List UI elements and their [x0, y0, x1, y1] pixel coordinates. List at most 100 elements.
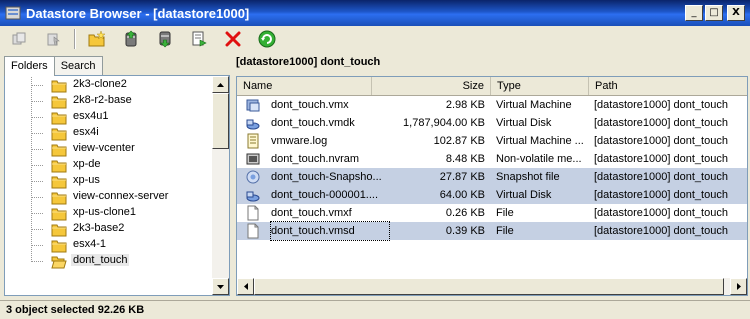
file-path: [datastore1000] dont_touch [594, 117, 728, 129]
tree-guide-line [32, 85, 44, 86]
scroll-down-button[interactable] [212, 278, 229, 295]
status-bar: 3 object selected 92.26 KB [0, 300, 750, 319]
refresh-icon [258, 30, 276, 48]
upload-button[interactable] [120, 28, 142, 50]
tree-item-label: esx4-1 [73, 238, 107, 250]
arrow-up-icon [217, 82, 224, 87]
file-type: Non-volatile me... [496, 153, 582, 165]
file-list: Name Size Type Path dont_touch.vmx 2.98 K… [236, 76, 748, 296]
column-header-row: Name Size Type Path [237, 77, 747, 96]
tree-item-label: view-connex-server [73, 190, 169, 202]
arrow-left-icon [243, 283, 248, 290]
file-type: Snapshot file [496, 171, 560, 183]
refresh-button[interactable] [256, 28, 278, 50]
tree-guide-line [32, 261, 44, 262]
upload-icon [125, 30, 137, 47]
current-folder-path: [datastore1000] dont_touch [236, 56, 381, 68]
file-size: 0.26 KB [445, 207, 485, 219]
tree-guide-line [32, 165, 44, 166]
file-type: Virtual Machine [496, 99, 572, 111]
tree-vertical-scrollbar[interactable] [212, 76, 229, 295]
file-size: 2.98 KB [445, 99, 485, 111]
file-size: 64.00 KB [439, 189, 485, 201]
file-type: File [496, 225, 514, 237]
column-header-name[interactable]: Name [237, 77, 372, 95]
tree-guide-line [32, 245, 44, 246]
tree-guide-line [32, 101, 44, 102]
toolbar-separator [74, 29, 76, 49]
file-row[interactable]: dont_touch.vmsd 0.39 KB File [datastore1000… [237, 221, 747, 241]
scroll-up-button[interactable] [212, 76, 229, 93]
tree-item-label: xp-de [73, 158, 101, 170]
window-title: Datastore Browser - [datastore1000] [26, 5, 250, 21]
tree-item-label: esx4u1 [73, 110, 109, 122]
minimize-button[interactable]: _ [685, 5, 703, 21]
paste-button[interactable] [42, 28, 64, 50]
tree-guide-line [32, 149, 44, 150]
file-row[interactable]: dont_touch-000001.... 64.00 KB Virtual Dis… [237, 186, 747, 204]
file-row[interactable]: dont_touch.nvram 8.48 KB Non-volatile me..… [237, 150, 747, 168]
register-vm-button[interactable] [188, 28, 210, 50]
tree-item-label: esx4i [73, 126, 99, 138]
file-row[interactable]: vmware.log 102.87 KB Virtual Machine ... [d… [237, 132, 747, 150]
file-path: [datastore1000] dont_touch [594, 99, 728, 111]
file-path: [datastore1000] dont_touch [594, 171, 728, 183]
file-path: [datastore1000] dont_touch [594, 153, 728, 165]
column-header-path[interactable]: Path [589, 77, 747, 95]
horizontal-scroll-thumb[interactable] [254, 278, 724, 295]
copy-icon [12, 32, 26, 45]
download-button[interactable] [154, 28, 176, 50]
tree-guide-line [32, 229, 44, 230]
file-name: dont_touch.nvram [271, 153, 360, 165]
scroll-thumb[interactable] [212, 93, 229, 149]
file-type: File [496, 207, 514, 219]
open-folder-icon [51, 253, 67, 272]
file-type: Virtual Disk [496, 117, 552, 129]
tree-guide-line [32, 197, 44, 198]
download-icon [159, 31, 171, 48]
tree-guide-line [32, 181, 44, 182]
tree-guide-line [32, 117, 44, 118]
file-path: [datastore1000] dont_touch [594, 189, 728, 201]
scroll-right-button[interactable] [730, 278, 747, 295]
file-row[interactable]: dont_touch.vmxf 0.26 KB File [datastore1000… [237, 204, 747, 222]
file-size: 102.87 KB [433, 135, 485, 147]
delete-icon [225, 31, 241, 47]
file-row[interactable]: dont_touch.vmx 2.98 KB Virtual Machine [dat… [237, 96, 747, 114]
file-size: 8.48 KB [445, 153, 485, 165]
folders-panel: Folders Search 2k3-clone2 2k8-r2-base esx4… [4, 56, 230, 296]
list-horizontal-scrollbar[interactable] [237, 278, 747, 295]
file-type: Virtual Machine ... [496, 135, 584, 147]
file-type: Virtual Disk [496, 189, 552, 201]
datastore-icon [5, 6, 21, 20]
tree-item-label: xp-us [73, 174, 100, 186]
file-row[interactable]: dont_touch.vmdk 1,787,904.00 KB Virtual Di… [237, 114, 747, 132]
tree-item-label: xp-us-clone1 [73, 206, 136, 218]
title-bar: Datastore Browser - [datastore1000] _ □ … [0, 0, 750, 26]
delete-button[interactable] [222, 28, 244, 50]
tab-folders[interactable]: Folders [4, 56, 55, 76]
file-name: dont_touch-000001.... [271, 189, 379, 201]
scroll-left-button[interactable] [237, 278, 254, 295]
arrow-down-icon [217, 284, 224, 289]
tree-item-label: 2k3-base2 [73, 222, 125, 234]
file-name: vmware.log [271, 135, 328, 147]
tab-search[interactable]: Search [53, 56, 103, 75]
folder-tree: 2k3-clone2 2k8-r2-base esx4u1 esx4i view-vce… [4, 75, 230, 296]
column-header-type[interactable]: Type [491, 77, 589, 95]
copy-button[interactable] [8, 28, 30, 50]
maximize-button[interactable]: □ [705, 5, 723, 21]
new-folder-icon [88, 30, 106, 47]
column-header-size[interactable]: Size [372, 77, 491, 95]
tree-guide-line [32, 213, 44, 214]
file-row[interactable]: dont_touch-Snapsho... 27.87 KB Snapshot fi… [237, 168, 747, 186]
file-name: dont_touch-Snapsho... [271, 171, 381, 183]
tree-item-label: 2k8-r2-base [73, 94, 132, 106]
register-vm-icon [192, 31, 207, 47]
file-name: dont_touch.vmx [271, 99, 349, 111]
new-folder-button[interactable] [86, 28, 108, 50]
file-name: dont_touch.vmxf [271, 207, 352, 219]
file-path: [datastore1000] dont_touch [594, 225, 728, 237]
tree-item-label: 2k3-clone2 [73, 78, 127, 90]
close-button[interactable]: X [727, 5, 745, 21]
